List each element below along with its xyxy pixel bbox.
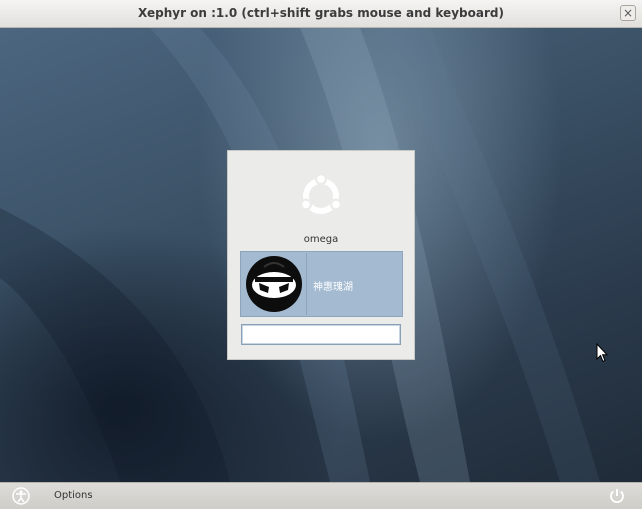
options-menu[interactable]: Options (54, 490, 93, 501)
xephyr-window: Xephyr on :1.0 (ctrl+shift grabs mouse a… (0, 0, 642, 509)
user-list-item[interactable]: 神惠瑰湖 (240, 251, 403, 317)
power-icon[interactable] (608, 487, 626, 505)
bottom-panel: Options (0, 482, 642, 509)
hostname-label: omega (303, 234, 339, 245)
login-panel: omega 神惠瑰湖 (227, 150, 415, 360)
mouse-pointer-icon (596, 343, 608, 363)
close-button[interactable]: × (620, 5, 636, 21)
ubuntu-logo-icon (298, 173, 344, 219)
password-input[interactable] (241, 324, 401, 345)
window-titlebar[interactable]: Xephyr on :1.0 (ctrl+shift grabs mouse a… (0, 0, 642, 28)
window-title: Xephyr on :1.0 (ctrl+shift grabs mouse a… (138, 6, 504, 20)
user-name-label: 神惠瑰湖 (313, 282, 353, 293)
ninja-avatar-icon (242, 253, 307, 315)
accessibility-icon[interactable] (12, 487, 30, 505)
